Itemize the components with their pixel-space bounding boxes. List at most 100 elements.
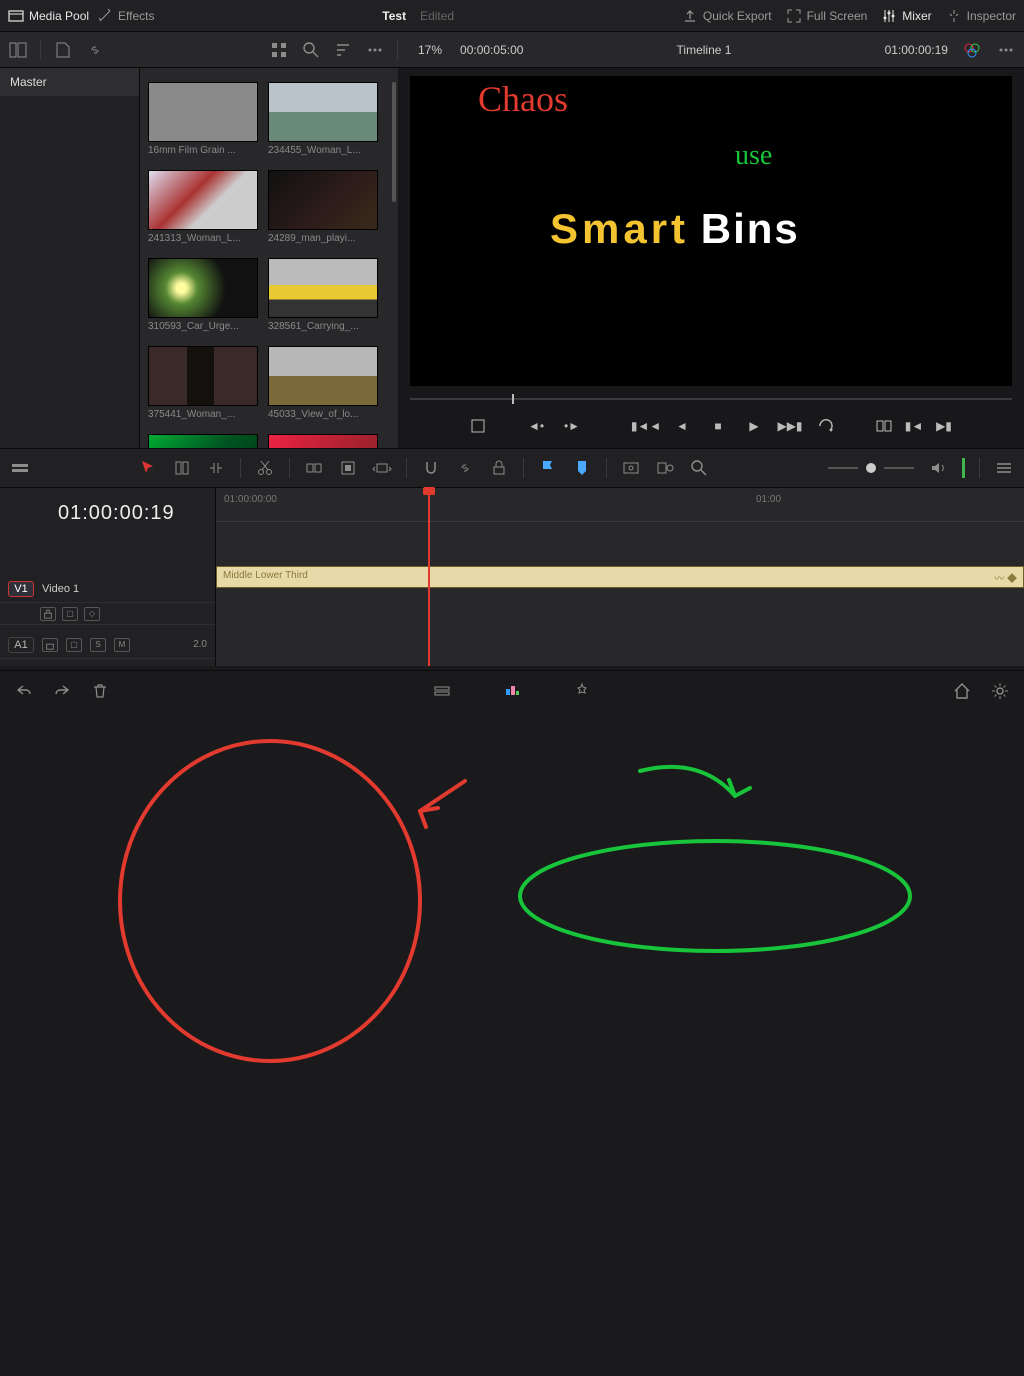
clip-label: 24289_man_playi... xyxy=(268,233,378,244)
solo-button[interactable]: S xyxy=(90,638,106,652)
annotation-overlay xyxy=(0,666,1024,1376)
link-icon[interactable] xyxy=(85,40,105,60)
detail-zoom-icon[interactable] xyxy=(655,458,675,478)
media-clip[interactable]: 45033_View_of_lo... xyxy=(268,346,378,420)
trim-tool-icon[interactable] xyxy=(172,458,192,478)
media-pool-panel: 16mm Film Grain ...234455_Woman_L... 2413… xyxy=(140,68,398,448)
zoom-slider[interactable] xyxy=(828,463,914,473)
full-screen-button[interactable]: Full Screen xyxy=(786,8,868,24)
color-scopes-icon[interactable] xyxy=(962,40,982,60)
playhead[interactable] xyxy=(428,488,430,666)
blade-tool-icon[interactable] xyxy=(255,458,275,478)
import-icon[interactable] xyxy=(53,40,73,60)
undo-icon[interactable] xyxy=(14,681,34,701)
timeline-view-icon[interactable] xyxy=(10,458,30,478)
marker-icon[interactable] xyxy=(572,458,592,478)
quick-export-button[interactable]: Quick Export xyxy=(682,8,772,24)
viewer-canvas[interactable] xyxy=(410,76,1012,386)
clip-keyframe-icon[interactable]: 〰 ◆ xyxy=(994,570,1017,585)
scrollbar[interactable] xyxy=(392,82,396,202)
lock-track-icon[interactable] xyxy=(40,607,56,621)
timeline-body[interactable]: 01:00:00:00 01:00 Middle Lower Third 〰 ◆ xyxy=(216,488,1024,666)
step-back-icon[interactable]: ◄ xyxy=(673,417,691,435)
separator xyxy=(397,40,398,60)
media-clip[interactable]: 16mm Film Grain ... xyxy=(148,82,258,156)
volume-icon[interactable] xyxy=(928,458,948,478)
separator xyxy=(523,458,524,478)
viewer-scrubber[interactable] xyxy=(410,390,1012,408)
v1-badge[interactable]: V1 xyxy=(8,581,34,597)
play-icon[interactable]: ▶ xyxy=(745,417,763,435)
media-clip[interactable]: 24289_man_playi... xyxy=(268,170,378,244)
custom-zoom-icon[interactable] xyxy=(689,458,709,478)
media-clip[interactable] xyxy=(268,434,378,448)
delete-icon[interactable] xyxy=(90,681,110,701)
selection-tool-icon[interactable] xyxy=(138,458,158,478)
scrub-position[interactable] xyxy=(512,394,514,404)
dim-fader[interactable] xyxy=(962,458,965,478)
media-clip[interactable] xyxy=(148,434,258,448)
project-title-edited[interactable]: Edited xyxy=(420,9,454,23)
goto-end-icon[interactable]: ▶▶▮ xyxy=(781,417,799,435)
bin-master[interactable]: Master xyxy=(0,68,139,96)
timeline-options-icon[interactable] xyxy=(994,458,1014,478)
next-marker-icon[interactable]: •► xyxy=(563,417,581,435)
panel-layout-icon[interactable] xyxy=(8,40,28,60)
stop-icon[interactable]: ■ xyxy=(709,417,727,435)
media-clip[interactable]: 328561_Carrying_... xyxy=(268,258,378,332)
position-lock-icon[interactable] xyxy=(489,458,509,478)
snap-icon[interactable] xyxy=(421,458,441,478)
prev-marker-icon[interactable]: ◄• xyxy=(527,417,545,435)
goto-start-icon[interactable]: ▮◄◄ xyxy=(637,417,655,435)
transform-icon[interactable] xyxy=(469,417,487,435)
timeline-clip[interactable]: Middle Lower Third 〰 ◆ xyxy=(216,566,1024,588)
clip-label: 241313_Woman_L... xyxy=(148,233,258,244)
export-icon xyxy=(682,8,698,24)
grid-view-icon[interactable] xyxy=(269,40,289,60)
video-track-header[interactable]: V1 Video 1 xyxy=(0,575,215,603)
project-title-active[interactable]: Test xyxy=(382,9,406,23)
disable-track-icon[interactable]: ◇ xyxy=(84,607,100,621)
flag-icon[interactable] xyxy=(538,458,558,478)
audio-track-header[interactable]: A1 ▢ S M 2.0 xyxy=(0,631,215,659)
a1-badge[interactable]: A1 xyxy=(8,637,34,653)
loop-icon[interactable] xyxy=(817,417,835,435)
viewer-timecode[interactable]: 01:00:00:19 xyxy=(885,43,948,57)
home-icon[interactable] xyxy=(952,681,972,701)
next-edit-icon[interactable]: ▶▮ xyxy=(935,417,953,435)
edit-page-icon[interactable] xyxy=(502,681,522,701)
insert-icon[interactable] xyxy=(304,458,324,478)
match-frame-icon[interactable] xyxy=(875,417,893,435)
sort-icon[interactable] xyxy=(333,40,353,60)
settings-icon[interactable] xyxy=(990,681,1010,701)
zoom-to-fit-icon[interactable] xyxy=(621,458,641,478)
viewer-more-icon[interactable] xyxy=(996,40,1016,60)
audio-lock-icon[interactable] xyxy=(42,638,58,652)
prev-edit-icon[interactable]: ▮◄ xyxy=(905,417,923,435)
timeline-timecode[interactable]: 01:00:00:19 xyxy=(0,488,215,525)
viewer-zoom[interactable]: 17% xyxy=(418,43,442,57)
timeline-area: 01:00:00:19 V1 Video 1 ▢ ◇ A1 ▢ S M 2.0 … xyxy=(0,488,1024,666)
timeline-ruler[interactable]: 01:00:00:00 01:00 xyxy=(216,488,1024,522)
media-clip[interactable]: 310593_Car_Urge... xyxy=(148,258,258,332)
media-pool-tab[interactable]: Media Pool xyxy=(8,8,89,24)
effects-tab[interactable]: Effects xyxy=(97,8,154,24)
media-clip[interactable]: 234455_Woman_L... xyxy=(268,82,378,156)
redo-icon[interactable] xyxy=(52,681,72,701)
overwrite-icon[interactable] xyxy=(338,458,358,478)
mixer-button[interactable]: Mixer xyxy=(881,8,931,24)
dynamic-trim-icon[interactable] xyxy=(206,458,226,478)
cut-page-icon[interactable] xyxy=(432,681,452,701)
mute-button[interactable]: M xyxy=(114,638,130,652)
replace-icon[interactable] xyxy=(372,458,392,478)
search-icon[interactable] xyxy=(301,40,321,60)
linked-selection-icon[interactable] xyxy=(455,458,475,478)
inspector-button[interactable]: Inspector xyxy=(946,8,1016,24)
audio-auto-icon[interactable]: ▢ xyxy=(66,638,82,652)
fairlight-page-icon[interactable] xyxy=(572,681,592,701)
media-clip[interactable]: 375441_Woman_... xyxy=(148,346,258,420)
timeline-name[interactable]: Timeline 1 xyxy=(677,43,732,57)
media-clip[interactable]: 241313_Woman_L... xyxy=(148,170,258,244)
auto-select-icon[interactable]: ▢ xyxy=(62,607,78,621)
more-icon[interactable] xyxy=(365,40,385,60)
